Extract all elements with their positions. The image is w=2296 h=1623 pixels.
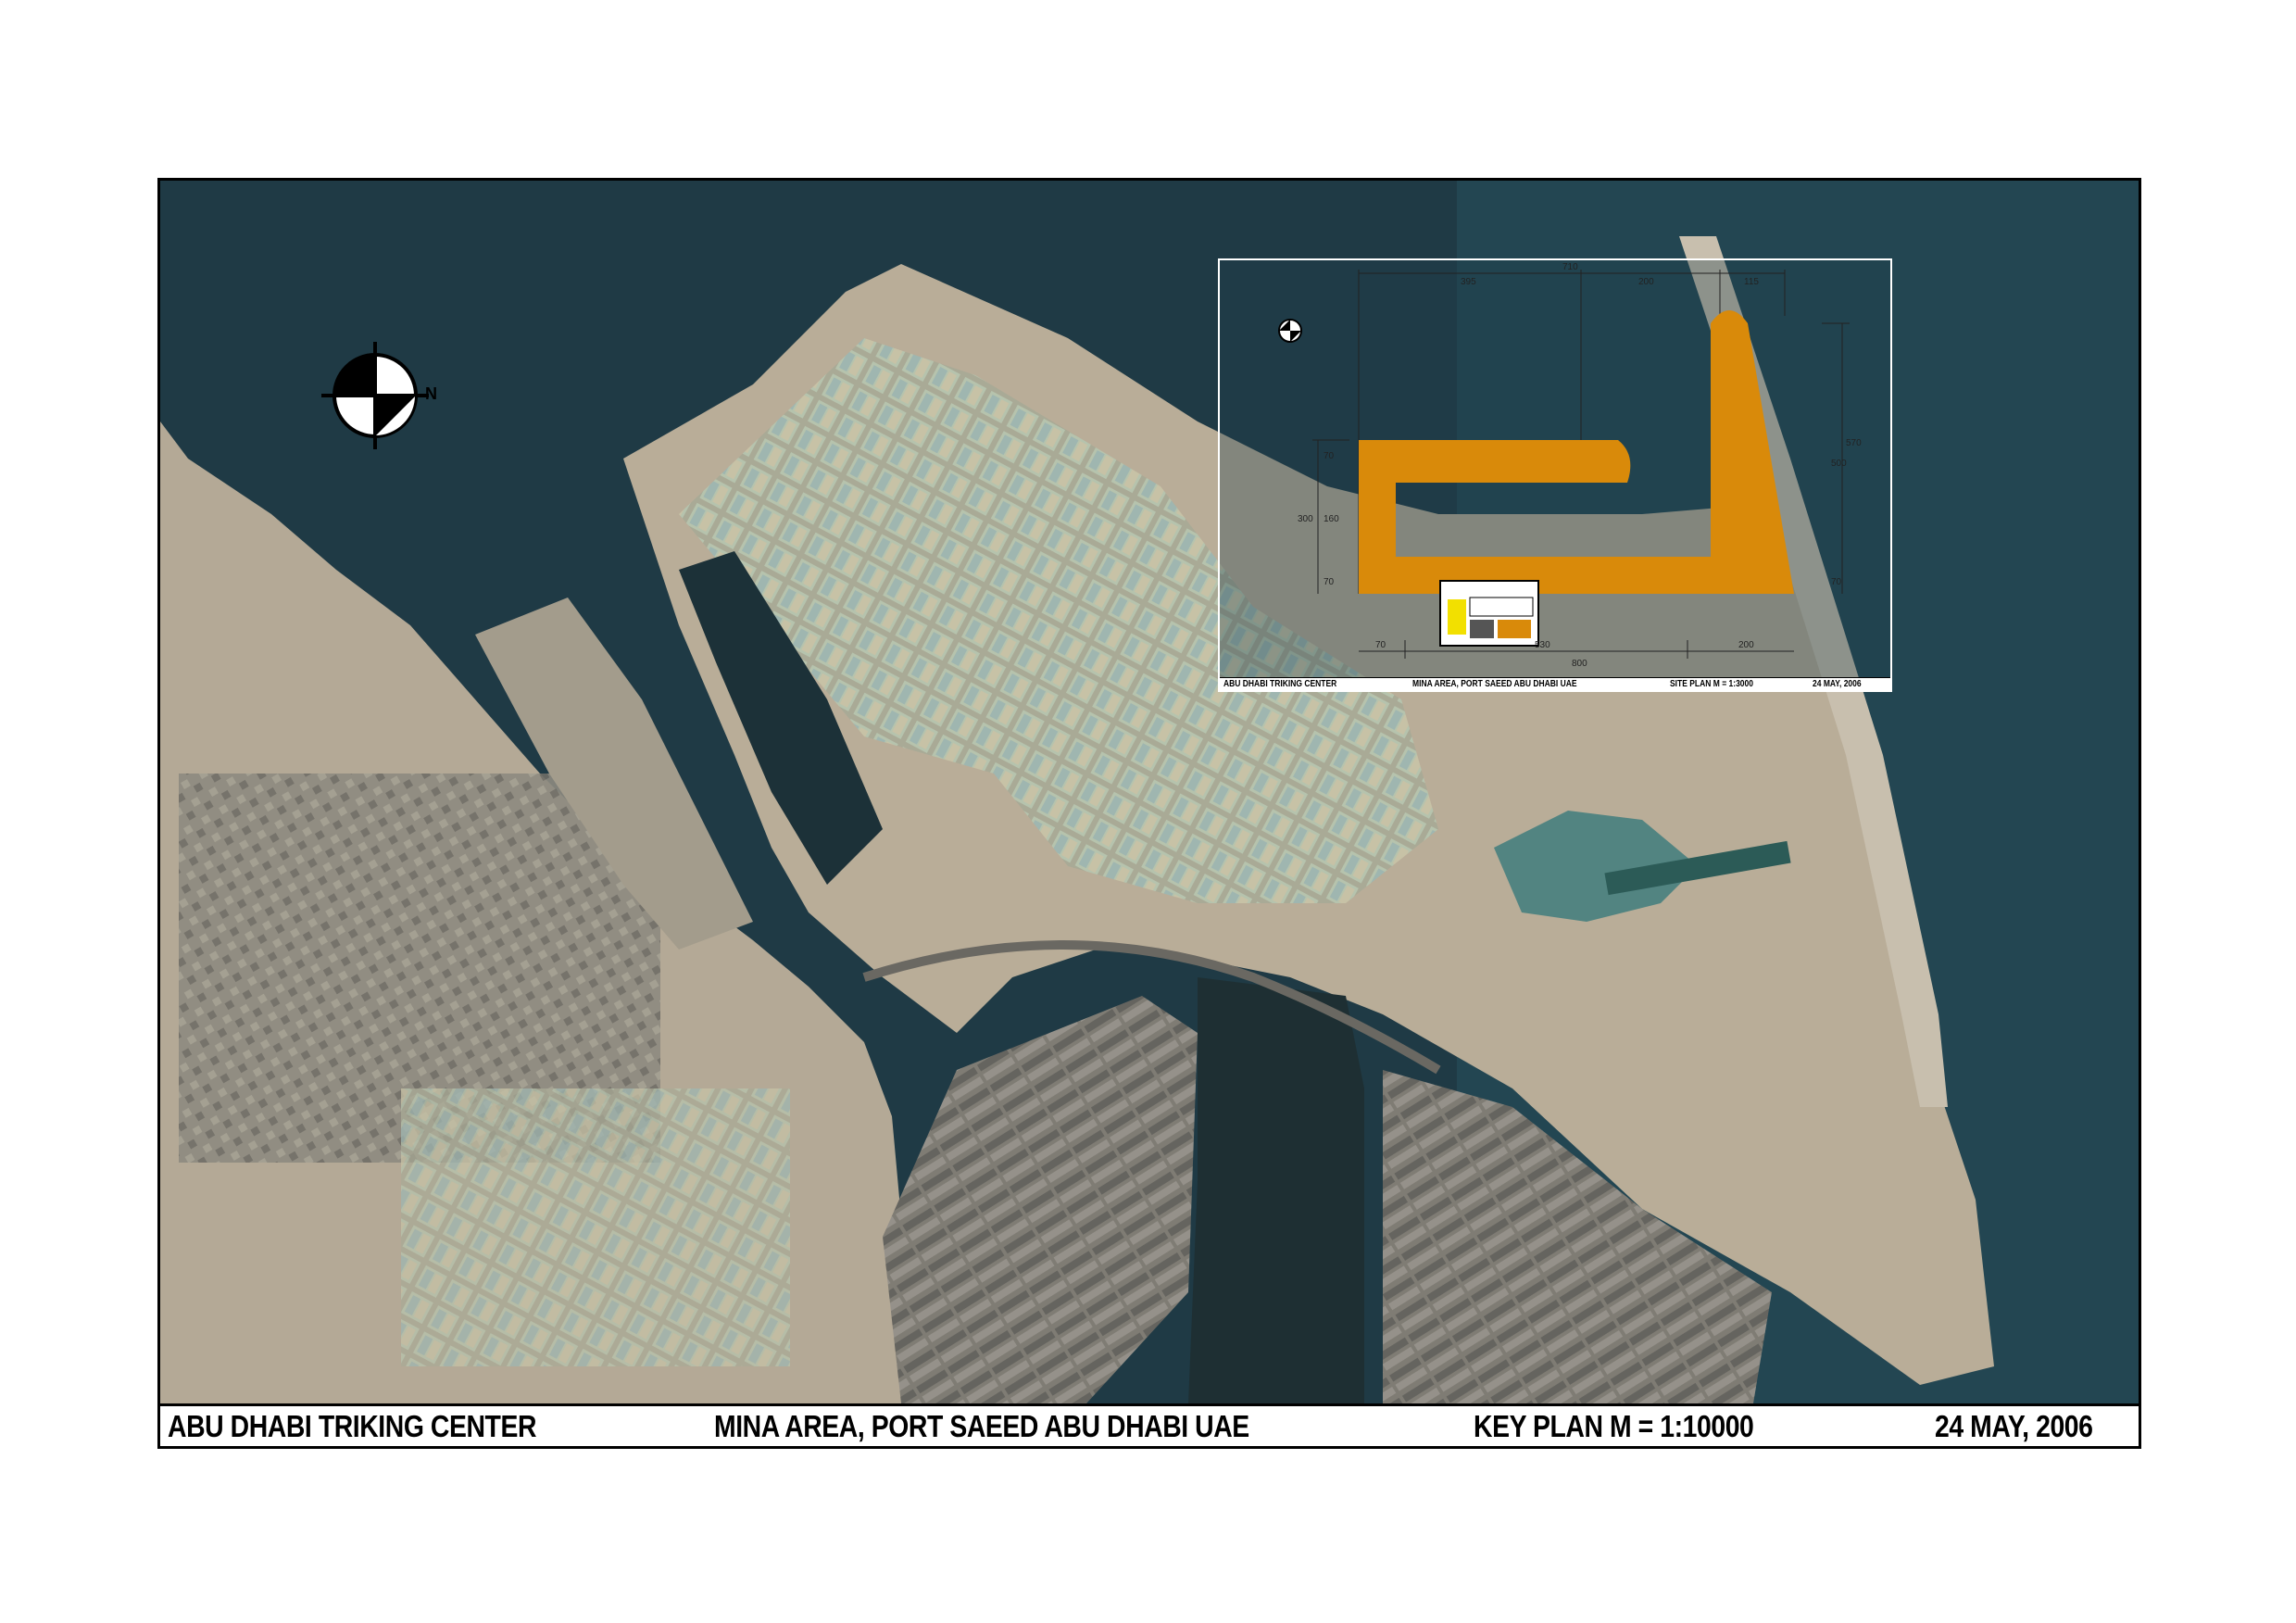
site-plan-date: 24 MAY, 2006 — [1813, 679, 1862, 689]
site-plan-project: ABU DHABI TRIKING CENTER — [1223, 679, 1337, 689]
site-plan-drawing: 710 395 200 115 70 530 200 800 70 160 70… — [1220, 260, 1890, 677]
dim-left-c: 70 — [1324, 577, 1335, 587]
dim-left-b: 160 — [1324, 514, 1339, 524]
dim-right-c: 70 — [1831, 577, 1842, 587]
dim-top-c: 115 — [1744, 277, 1759, 287]
site-plan-inset: 710 395 200 115 70 530 200 800 70 160 70… — [1218, 258, 1892, 692]
south-basin — [1188, 977, 1364, 1403]
dim-bottom-c: 200 — [1738, 640, 1754, 650]
dim-bottom-total: 800 — [1572, 659, 1587, 669]
building-block — [1439, 580, 1539, 647]
dim-right-b: 500 — [1831, 459, 1847, 469]
site-plan-title-block: ABU DHABI TRIKING CENTER MINA AREA, PORT… — [1220, 677, 1890, 690]
dim-left-total: 300 — [1298, 514, 1313, 524]
key-plan-project: ABU DHABI TRIKING CENTER — [168, 1408, 537, 1443]
key-plan-date: 24 MAY, 2006 — [1935, 1408, 2093, 1443]
key-plan-location: MINA AREA, PORT SAEED ABU DHABI UAE — [714, 1408, 1249, 1443]
dim-top-b: 200 — [1638, 277, 1654, 287]
dim-right-a: 570 — [1846, 438, 1862, 448]
dim-top-total: 710 — [1562, 262, 1578, 272]
key-plan-scale: KEY PLAN M = 1:10000 — [1474, 1408, 1754, 1443]
residential-blocks — [401, 1088, 790, 1366]
dim-bottom-a: 70 — [1375, 640, 1386, 650]
site-plan-scale: SITE PLAN M = 1:3000 — [1670, 679, 1753, 689]
drawing-sheet: N 710 395 200 115 70 530 200 800 70 160 … — [157, 178, 2141, 1449]
dim-top-a: 395 — [1461, 277, 1476, 287]
site-north-arrow-icon — [1278, 319, 1302, 343]
key-plan-title-block: ABU DHABI TRIKING CENTER MINA AREA, PORT… — [160, 1403, 2139, 1446]
site-plan-location: MINA AREA, PORT SAEED ABU DHABI UAE — [1412, 679, 1577, 689]
dim-left-a: 70 — [1324, 451, 1335, 461]
dim-bottom-b: 530 — [1535, 640, 1550, 650]
north-label: N — [425, 384, 437, 403]
